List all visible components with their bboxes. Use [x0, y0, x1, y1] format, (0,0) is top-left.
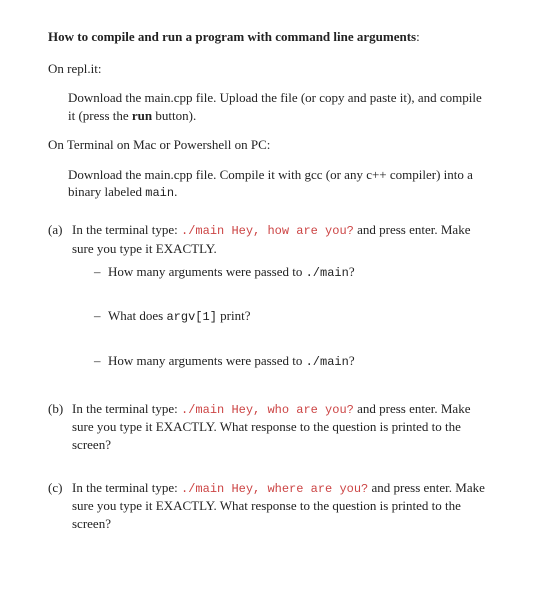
- item-c-text1: In the terminal type:: [72, 480, 181, 495]
- item-a-sub1-body: How many arguments were passed to ./main…: [108, 263, 487, 281]
- item-b-text1: In the terminal type:: [72, 401, 181, 416]
- terminal-body: Download the main.cpp file. Compile it w…: [68, 166, 487, 202]
- dash-icon: –: [94, 352, 108, 370]
- item-c: (c) In the terminal type: ./main Hey, wh…: [48, 479, 487, 532]
- item-a-sub3-cmd: ./main: [306, 355, 349, 369]
- item-a-sub2-text1: What does: [108, 308, 166, 323]
- heading-bold: How to compile and run a program with co…: [48, 29, 416, 44]
- section-heading: How to compile and run a program with co…: [48, 28, 487, 46]
- terminal-body-text1: Download the main.cpp file. Compile it w…: [68, 167, 473, 200]
- item-a-text1: In the terminal type:: [72, 222, 181, 237]
- item-a-sub3-text2: ?: [349, 353, 355, 368]
- replit-body: Download the main.cpp file. Upload the f…: [68, 89, 487, 124]
- item-a-sub3-body: How many arguments were passed to ./main…: [108, 352, 487, 370]
- dash-icon: –: [94, 263, 108, 281]
- item-a-sub1-text2: ?: [349, 264, 355, 279]
- replit-body-text1: Download the main.cpp file. Upload the f…: [68, 90, 482, 123]
- item-a-sub2: – What does argv[1] print?: [94, 307, 487, 325]
- item-a-sub3: – How many arguments were passed to ./ma…: [94, 352, 487, 370]
- item-a-sublist: – How many arguments were passed to ./ma…: [94, 263, 487, 370]
- item-b-command: ./main Hey, who are you?: [181, 403, 354, 417]
- item-b-label: (b): [48, 400, 72, 453]
- item-b: (b) In the terminal type: ./main Hey, wh…: [48, 400, 487, 453]
- main-binary-name: main: [145, 186, 174, 200]
- replit-intro: On repl.it:: [48, 60, 487, 78]
- item-a: (a) In the terminal type: ./main Hey, ho…: [48, 221, 487, 387]
- item-a-body: In the terminal type: ./main Hey, how ar…: [72, 221, 487, 387]
- item-a-sub1-text1: How many arguments were passed to: [108, 264, 306, 279]
- item-a-sub2-text2: print?: [217, 308, 251, 323]
- item-c-body: In the terminal type: ./main Hey, where …: [72, 479, 487, 532]
- item-a-command: ./main Hey, how are you?: [181, 224, 354, 238]
- item-a-sub2-cmd: argv[1]: [166, 310, 216, 324]
- item-a-sub3-text1: How many arguments were passed to: [108, 353, 306, 368]
- dash-icon: –: [94, 307, 108, 325]
- terminal-body-text2: .: [174, 184, 177, 199]
- document-page: How to compile and run a program with co…: [0, 0, 535, 556]
- item-a-sub1-cmd: ./main: [306, 266, 349, 280]
- run-word: run: [132, 108, 152, 123]
- item-a-label: (a): [48, 221, 72, 387]
- replit-body-text2: button).: [152, 108, 196, 123]
- terminal-intro: On Terminal on Mac or Powershell on PC:: [48, 136, 487, 154]
- item-a-sub1: – How many arguments were passed to ./ma…: [94, 263, 487, 281]
- item-b-body: In the terminal type: ./main Hey, who ar…: [72, 400, 487, 453]
- item-c-label: (c): [48, 479, 72, 532]
- heading-tail: :: [416, 29, 420, 44]
- item-a-sub2-body: What does argv[1] print?: [108, 307, 487, 325]
- item-c-command: ./main Hey, where are you?: [181, 482, 368, 496]
